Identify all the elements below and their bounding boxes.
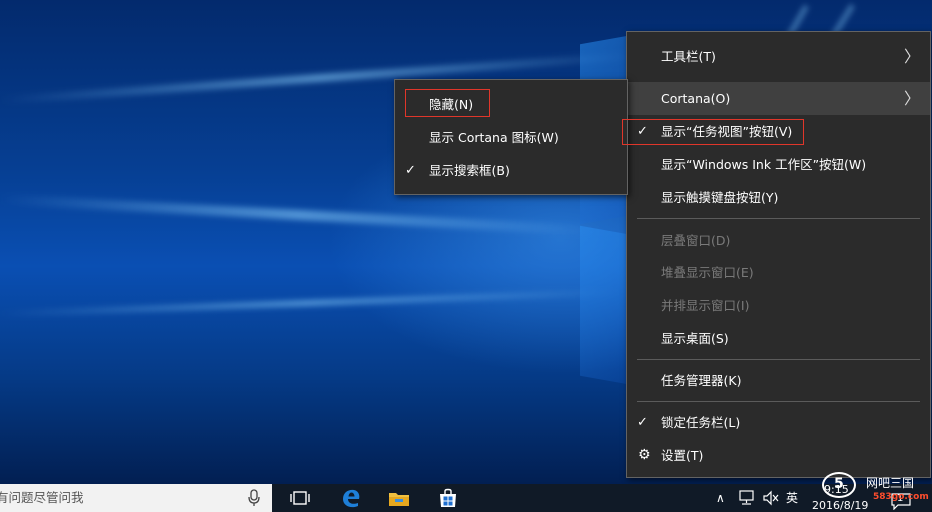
taskbar: 有问题尽管问我 ∧ 英 9:15 2016/8/19 1	[0, 483, 932, 512]
menu-separator	[637, 401, 920, 402]
clock-date[interactable]: 2016/8/19	[812, 500, 868, 512]
menu-item-label: 显示搜索框(B)	[429, 163, 510, 178]
windows-store-icon[interactable]	[436, 486, 460, 510]
highlight-box-hidden	[405, 89, 490, 117]
menu-item-cascade-windows: 层叠窗口(D)	[627, 224, 930, 257]
menu-item-label: 堆叠显示窗口(E)	[661, 265, 754, 280]
menu-item-side-by-side-windows: 并排显示窗口(I)	[627, 289, 930, 322]
input-method-indicator[interactable]: 英	[786, 484, 798, 512]
window-logo-pane	[580, 225, 628, 385]
menu-item-label: 显示 Cortana 图标(W)	[429, 130, 559, 145]
show-hidden-icons-chevron[interactable]: ∧	[716, 484, 725, 512]
menu-item-show-desktop[interactable]: 显示桌面(S)	[627, 322, 930, 355]
menu-item-toolbars[interactable]: 工具栏(T) 〉	[627, 40, 930, 73]
menu-separator	[637, 359, 920, 360]
check-icon: ✓	[405, 163, 416, 178]
menu-item-lock-taskbar[interactable]: ✓ 锁定任务栏(L)	[627, 406, 930, 439]
taskbar-context-menu: 工具栏(T) 〉 Cortana(O) 〉 ✓ 显示“任务视图”按钮(V) 显示…	[626, 31, 931, 478]
submenu-item-show-cortana-icon[interactable]: 显示 Cortana 图标(W)	[395, 121, 627, 154]
gear-icon: ⚙	[638, 447, 651, 463]
menu-item-stack-windows: 堆叠显示窗口(E)	[627, 256, 930, 289]
menu-item-label: 设置(T)	[661, 448, 704, 463]
menu-item-label: 并排显示窗口(I)	[661, 298, 750, 313]
network-icon[interactable]	[738, 490, 756, 506]
highlight-box-task-view	[622, 119, 804, 145]
menu-item-show-touch-keyboard-button[interactable]: 显示触摸键盘按钮(Y)	[627, 181, 930, 214]
menu-item-label: 层叠窗口(D)	[661, 233, 731, 248]
search-box[interactable]: 有问题尽管问我	[0, 484, 272, 512]
menu-item-settings[interactable]: ⚙ 设置(T)	[627, 439, 930, 472]
check-icon: ✓	[637, 415, 648, 430]
menu-item-cortana[interactable]: Cortana(O) 〉	[627, 82, 930, 115]
task-view-icon[interactable]	[288, 486, 312, 510]
search-placeholder: 有问题尽管问我	[0, 490, 84, 505]
chevron-right-icon: 〉	[903, 89, 920, 108]
chevron-right-icon: 〉	[903, 47, 920, 66]
watermark-logo-digit: 5	[834, 476, 844, 492]
file-explorer-icon[interactable]	[387, 486, 411, 510]
menu-separator	[637, 218, 920, 219]
submenu-item-show-search-box[interactable]: ✓ 显示搜索框(B)	[395, 154, 627, 187]
microphone-icon[interactable]	[246, 489, 262, 507]
menu-item-label: 任务管理器(K)	[661, 373, 742, 388]
volume-muted-icon[interactable]	[762, 490, 780, 506]
light-beam	[0, 289, 620, 317]
watermark-url: 583go.com	[873, 492, 929, 502]
menu-item-label: 显示“Windows Ink 工作区”按钮(W)	[661, 157, 867, 172]
menu-item-label: 锁定任务栏(L)	[661, 415, 741, 430]
light-beam	[0, 194, 600, 236]
watermark-logo: 5	[822, 472, 856, 498]
menu-item-label: 显示桌面(S)	[661, 331, 729, 346]
edge-browser-icon[interactable]	[339, 486, 363, 510]
menu-item-label: 显示触摸键盘按钮(Y)	[661, 190, 779, 205]
menu-item-label: Cortana(O)	[661, 91, 731, 106]
menu-item-label: 工具栏(T)	[661, 49, 716, 64]
menu-item-task-manager[interactable]: 任务管理器(K)	[627, 364, 930, 397]
watermark-brand: 网吧三国	[866, 476, 915, 490]
menu-item-show-windows-ink-button[interactable]: 显示“Windows Ink 工作区”按钮(W)	[627, 148, 930, 181]
